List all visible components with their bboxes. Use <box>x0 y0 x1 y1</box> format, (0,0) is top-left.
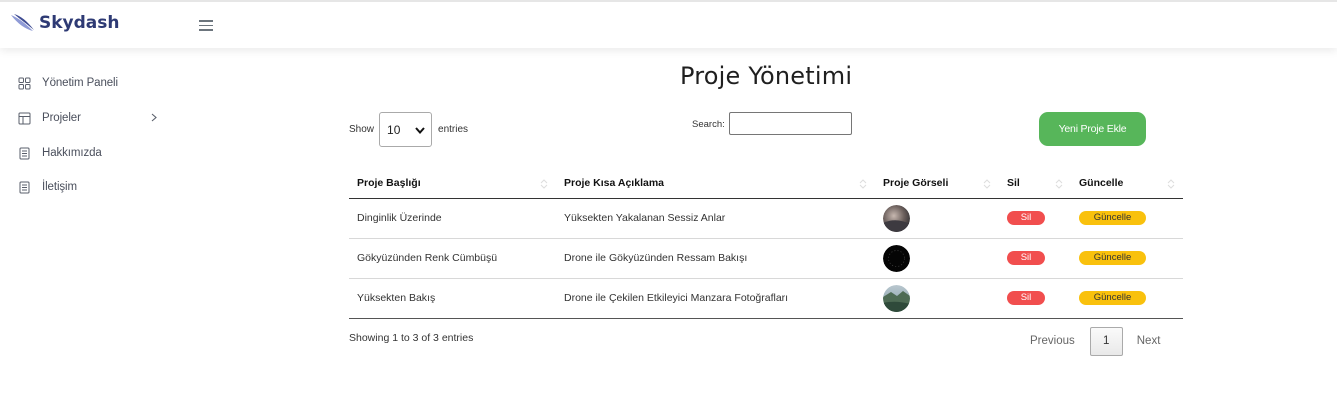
entries-length-control: Show 10 entries <box>349 112 468 147</box>
project-title-cell: Yüksekten Bakış <box>349 278 556 319</box>
update-button[interactable]: Güncelle <box>1079 291 1146 305</box>
bird-logo-icon <box>11 14 34 31</box>
column-header-label: Proje Görseli <box>883 176 949 189</box>
table-header-row: Proje Başlığı Proje Kısa Açıklama Proje … <box>349 168 1183 199</box>
sidebar-item-label: Projeler <box>42 112 81 124</box>
update-button[interactable]: Güncelle <box>1079 251 1146 265</box>
sidebar-item-label: İletişim <box>42 181 77 193</box>
entries-select-value: 10 <box>387 123 401 137</box>
column-header-label: Proje Başlığı <box>357 176 421 189</box>
grid-icon <box>18 77 31 90</box>
project-title-cell: Dinginlik Üzerinde <box>349 198 556 239</box>
delete-button[interactable]: Sil <box>1007 291 1045 305</box>
top-navbar: Skydash <box>0 0 1337 48</box>
update-cell: Güncelle <box>1071 198 1183 239</box>
sidebar-item-label: Yönetim Paneli <box>42 77 118 89</box>
project-thumbnail <box>883 244 910 272</box>
column-header-label: Sil <box>1007 176 1020 189</box>
sort-icon <box>1167 179 1175 189</box>
brand-name: Skydash <box>39 13 120 33</box>
delete-cell: Sil <box>999 238 1071 279</box>
table-row: Gökyüzünden Renk Cümbüşü Drone ile Gökyü… <box>349 238 1183 279</box>
sort-icon <box>1055 179 1063 189</box>
column-header-delete[interactable]: Sil <box>999 168 1071 199</box>
table-info: Showing 1 to 3 of 3 entries <box>349 332 474 344</box>
page-1-button[interactable]: 1 <box>1089 326 1123 356</box>
project-thumbnail <box>883 204 910 232</box>
column-header-label: Güncelle <box>1079 176 1124 189</box>
update-button[interactable]: Güncelle <box>1079 211 1146 225</box>
update-cell: Güncelle <box>1071 238 1183 279</box>
project-image-cell <box>875 198 999 239</box>
previous-page-button[interactable]: Previous <box>1030 335 1075 347</box>
pagination: Previous 1 Next <box>1030 326 1160 356</box>
entries-label: entries <box>438 124 469 135</box>
table-row: Yüksekten Bakış Drone ile Çekilen Etkile… <box>349 278 1183 319</box>
column-header-description[interactable]: Proje Kısa Açıklama <box>556 168 875 199</box>
column-header-update[interactable]: Güncelle <box>1071 168 1183 199</box>
delete-button[interactable]: Sil <box>1007 251 1045 265</box>
project-image-cell <box>875 278 999 319</box>
sort-icon <box>859 179 867 189</box>
project-description-cell: Drone ile Çekilen Etkileyici Manzara Fot… <box>556 278 875 319</box>
column-header-label: Proje Kısa Açıklama <box>564 176 664 189</box>
layout-icon <box>18 112 31 125</box>
show-label: Show <box>349 124 375 135</box>
chevron-right-icon <box>151 113 157 122</box>
delete-button[interactable]: Sil <box>1007 211 1045 225</box>
delete-cell: Sil <box>999 278 1071 319</box>
page-title: Proje Yönetimi <box>680 62 853 90</box>
search-input[interactable] <box>729 112 852 135</box>
add-project-button[interactable]: Yeni Proje Ekle <box>1039 112 1146 146</box>
sort-icon <box>540 179 548 189</box>
next-page-button[interactable]: Next <box>1137 335 1161 347</box>
projects-table: Proje Başlığı Proje Kısa Açıklama Proje … <box>349 168 1183 319</box>
sidebar-item-about[interactable]: Hakkımızda <box>18 143 158 163</box>
column-header-title[interactable]: Proje Başlığı <box>349 168 556 199</box>
delete-cell: Sil <box>999 198 1071 239</box>
document-icon <box>18 147 31 160</box>
column-header-image[interactable]: Proje Görseli <box>875 168 999 199</box>
search-label: Search: <box>692 119 725 130</box>
sidebar-item-projects[interactable]: Projeler <box>18 108 158 128</box>
sidebar-item-contact[interactable]: İletişim <box>18 177 158 197</box>
project-description-cell: Drone ile Gökyüzünden Ressam Bakışı <box>556 238 875 279</box>
entries-select[interactable]: 10 <box>379 112 433 147</box>
sidebar-item-dashboard[interactable]: Yönetim Paneli <box>18 73 158 93</box>
sidebar-item-label: Hakkımızda <box>42 147 102 159</box>
project-thumbnail <box>883 284 910 312</box>
brand-logo[interactable]: Skydash <box>10 12 120 34</box>
document-icon <box>18 181 31 194</box>
update-cell: Güncelle <box>1071 278 1183 319</box>
chevron-down-icon <box>415 127 425 134</box>
sort-icon <box>983 179 991 189</box>
table-row: Dinginlik Üzerinde Yüksekten Yakalanan S… <box>349 198 1183 239</box>
project-title-cell: Gökyüzünden Renk Cümbüşü <box>349 238 556 279</box>
project-image-cell <box>875 238 999 279</box>
project-description-cell: Yüksekten Yakalanan Sessiz Anlar <box>556 198 875 239</box>
menu-toggle-icon[interactable] <box>199 20 213 32</box>
